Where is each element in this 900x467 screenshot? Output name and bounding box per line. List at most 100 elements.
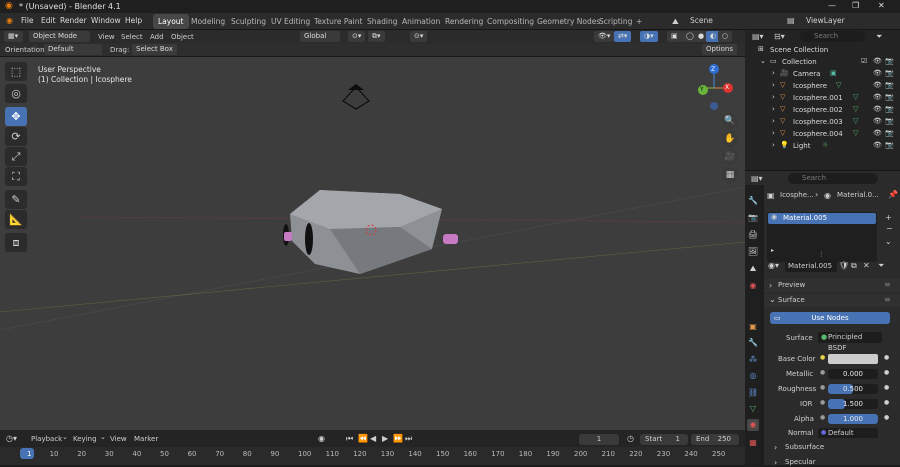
eye-icon[interactable]: 👁 xyxy=(873,69,882,77)
outliner-row-scene-collection[interactable]: ⊞ Scene Collection xyxy=(750,45,900,57)
outliner-row-camera[interactable]: › 🎥 Camera ▣ 👁 📷 xyxy=(750,69,900,81)
scale-tool-icon[interactable]: ⤢ xyxy=(5,147,27,166)
tab-sculpting[interactable]: Sculpting xyxy=(226,14,271,29)
frame-start-field[interactable]: Start 1 xyxy=(640,434,688,445)
prev-key-icon[interactable]: ⏪ xyxy=(358,434,368,443)
editor-type-button[interactable]: ▦▾ xyxy=(4,31,23,42)
normal-field[interactable]: ● Default xyxy=(818,428,878,438)
keyframe-dot-icon[interactable]: ● xyxy=(884,414,889,421)
3d-viewport[interactable]: User Perspective (1) Collection | Icosph… xyxy=(0,57,745,430)
xray-button[interactable]: ▣ xyxy=(667,31,682,42)
duplicate-icon[interactable]: ⧉ xyxy=(851,261,857,271)
proportional-button[interactable]: ⊙▾ xyxy=(410,31,428,42)
eye-icon[interactable]: 👁 xyxy=(873,81,882,89)
minimize-button[interactable]: — xyxy=(828,1,836,10)
output-tab-icon[interactable]: 🖨 xyxy=(747,229,759,241)
play-icon[interactable]: ▶ xyxy=(382,434,388,443)
tab-modeling[interactable]: Modeling xyxy=(186,14,230,29)
tab-texture-paint[interactable]: Texture Paint xyxy=(309,14,367,29)
menu-help[interactable]: Help xyxy=(125,16,142,25)
frame-end-field[interactable]: End 250 xyxy=(691,434,739,445)
menu-keying[interactable]: Keying xyxy=(73,435,97,443)
tool-tab-icon[interactable]: 🔧 xyxy=(747,195,759,207)
eye-icon[interactable]: 👁 xyxy=(873,141,882,149)
list-resize-handle[interactable]: ⁞ xyxy=(820,250,823,259)
preview-panel-header[interactable]: › Preview ≡ xyxy=(764,279,900,292)
eye-icon[interactable]: 👁 xyxy=(873,105,882,113)
outliner-row-light[interactable]: › 💡 Light ☼ 👁 📷 xyxy=(750,141,900,153)
scene-selector[interactable]: Scene xyxy=(690,16,713,25)
current-frame-field[interactable]: 1 xyxy=(579,434,619,445)
drag-handle-icon[interactable]: ≡ xyxy=(884,280,891,289)
menu-render[interactable]: Render xyxy=(60,16,87,25)
blender-menu-icon[interactable]: ◉ xyxy=(6,16,13,25)
camera-render-icon[interactable]: 📷 xyxy=(885,69,894,77)
camera-render-icon[interactable]: 📷 xyxy=(885,81,894,89)
object-tab-icon[interactable]: ▣ xyxy=(747,321,759,333)
overlays-button[interactable]: ◑▾ xyxy=(640,31,658,42)
socket-dot-icon[interactable]: ● xyxy=(820,384,825,391)
jump-end-icon[interactable]: ⏭ xyxy=(405,434,412,444)
play-reverse-icon[interactable]: ◀ xyxy=(370,434,376,443)
outliner-row-icosphere-001[interactable]: › ▽ Icosphere.001 ▽ 👁 📷 xyxy=(750,93,900,105)
eye-icon[interactable]: 👁 xyxy=(873,93,882,101)
add-slot-button[interactable]: + xyxy=(885,213,892,222)
chevron-right-icon[interactable]: › xyxy=(772,105,775,113)
eye-icon[interactable]: 👁 xyxy=(873,57,882,65)
outliner-funnel-icon[interactable]: ⏷ xyxy=(876,32,882,42)
camera-view-icon[interactable]: 🎥 xyxy=(722,149,738,165)
camera-render-icon[interactable]: 📷 xyxy=(885,57,894,65)
outliner-row-icosphere-002[interactable]: › ▽ Icosphere.002 ▽ 👁 📷 xyxy=(750,105,900,117)
pin-icon[interactable]: 📌 xyxy=(888,190,898,199)
filter-icon[interactable]: ⏷ xyxy=(878,261,884,271)
menu-select[interactable]: Select xyxy=(121,33,143,41)
material-tab-icon[interactable]: ◉ xyxy=(747,419,759,431)
keyframe-dot-icon[interactable]: ● xyxy=(884,399,889,406)
camera-render-icon[interactable]: 📷 xyxy=(885,93,894,101)
select-box-tool-icon[interactable]: ⬚ xyxy=(5,62,27,81)
mode-dropdown[interactable]: Object Mode xyxy=(29,31,90,42)
render-tab-icon[interactable]: 📷 xyxy=(747,212,759,224)
outliner-editor-icon[interactable]: ▤▾ xyxy=(752,32,764,41)
orientation-dropdown[interactable]: Default xyxy=(44,44,102,55)
cursor-tool-icon[interactable]: ◎ xyxy=(5,84,27,103)
socket-dot-icon[interactable]: ● xyxy=(820,399,825,406)
material-slot-list[interactable]: ◉ Material.005 ⁞ xyxy=(767,212,877,262)
properties-search-input[interactable]: Search xyxy=(788,173,878,184)
transform-tool-icon[interactable]: ⛶ xyxy=(5,167,27,186)
chevron-right-icon[interactable]: › xyxy=(774,443,777,452)
menu-marker[interactable]: Marker xyxy=(134,435,158,443)
chevron-down-icon[interactable]: ⌄ xyxy=(760,57,766,65)
camera-render-icon[interactable]: 📷 xyxy=(885,117,894,125)
keyframe-dot-icon[interactable]: ● xyxy=(884,384,889,391)
data-tab-icon[interactable]: ▽ xyxy=(747,403,759,415)
rotate-tool-icon[interactable]: ⟳ xyxy=(5,127,27,146)
chevron-right-icon[interactable]: › xyxy=(772,69,775,77)
timeline-editor-icon[interactable]: ◷▾ xyxy=(6,434,17,443)
roughness-field[interactable]: 0.500 xyxy=(828,384,878,394)
add-cube-tool-icon[interactable]: ⧈ xyxy=(5,233,27,252)
chevron-right-icon[interactable]: › xyxy=(772,141,775,149)
outliner-row-icosphere-004[interactable]: › ▽ Icosphere.004 ▽ 👁 📷 xyxy=(750,129,900,141)
menu-playback[interactable]: Playback xyxy=(31,435,62,443)
use-nodes-button[interactable]: ▭ Use Nodes xyxy=(770,312,890,324)
menu-window[interactable]: Window xyxy=(91,16,121,25)
camera-render-icon[interactable]: 📷 xyxy=(885,141,894,149)
outliner-row-collection[interactable]: ⌄ ▭ Collection ☑ 👁 📷 xyxy=(750,57,900,69)
scene-tab-icon[interactable]: ⛰ xyxy=(747,263,759,275)
outliner-search-input[interactable]: Search xyxy=(800,31,865,42)
menu-object[interactable]: Object xyxy=(171,33,194,41)
metallic-field[interactable]: 0.000 xyxy=(828,369,878,379)
record-icon[interactable]: ◉ xyxy=(318,434,325,443)
add-workspace-button[interactable]: + xyxy=(631,14,647,29)
rendered-shading-icon[interactable]: ○ xyxy=(718,31,733,42)
annotate-tool-icon[interactable]: ✎ xyxy=(5,190,27,209)
properties-editor-icon[interactable]: ▤▾ xyxy=(751,174,763,183)
menu-add[interactable]: Add xyxy=(150,33,164,41)
material-slot-selected[interactable]: ◉ Material.005 xyxy=(768,213,876,224)
tab-layout[interactable]: Layout xyxy=(153,14,189,29)
checkbox-icon[interactable]: ☑ xyxy=(861,57,867,65)
base-color-swatch[interactable] xyxy=(828,354,878,364)
view-layer-tab-icon[interactable]: 🖼 xyxy=(747,246,759,258)
constraints-tab-icon[interactable]: ⛓ xyxy=(747,387,759,399)
